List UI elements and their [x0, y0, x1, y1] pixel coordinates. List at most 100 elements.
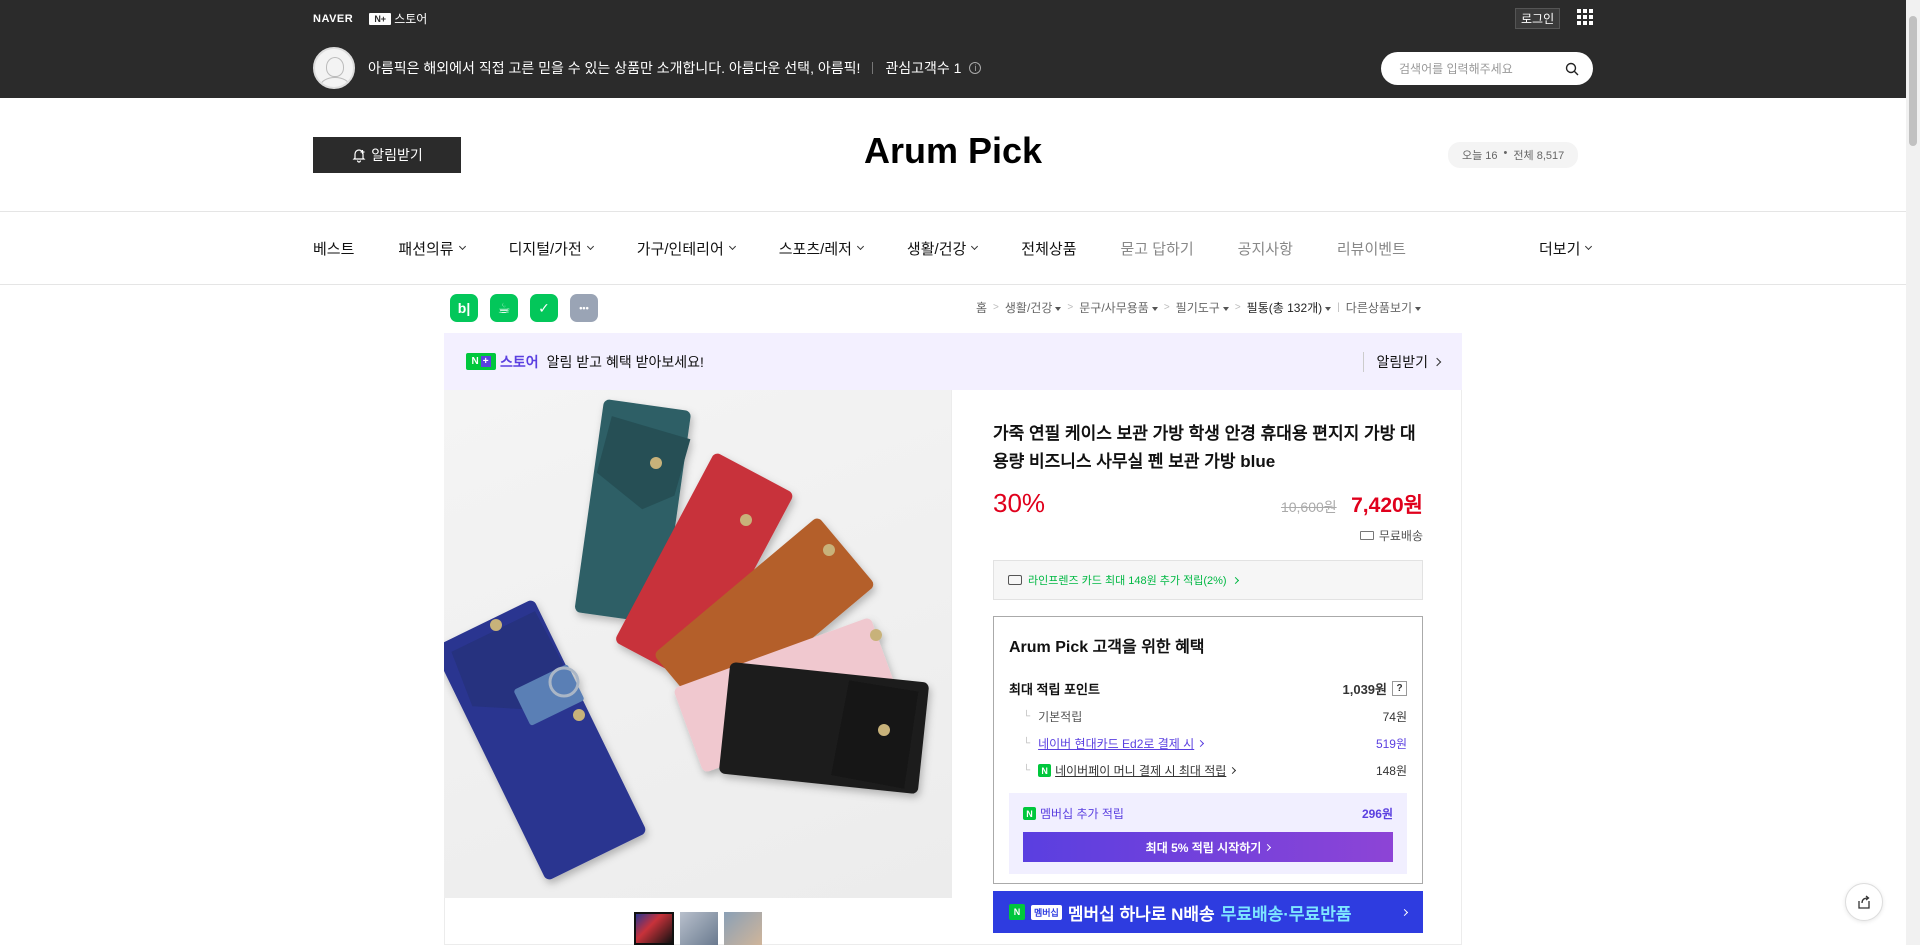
- chevron-down-icon: [856, 242, 864, 251]
- other-products-dropdown[interactable]: 다른상품보기: [1346, 299, 1422, 316]
- category-2[interactable]: 디지털/가전: [509, 238, 594, 259]
- pencil-cases-photo: [444, 399, 929, 880]
- chevron-down-icon: [971, 242, 979, 251]
- thumbnail-1[interactable]: [634, 912, 674, 945]
- seller-avatar[interactable]: [313, 47, 355, 89]
- basic-points-value: 74원: [1382, 710, 1407, 724]
- card-points-link[interactable]: 네이버 현대카드 Ed2로 결제 시: [1038, 735, 1194, 752]
- chevron-down-icon: [458, 242, 466, 251]
- seller-intro: 아름픽은 해외에서 직접 고른 믿을 수 있는 상품만 소개합니다. 아름다운 …: [368, 60, 861, 76]
- info-icon[interactable]: i: [969, 62, 982, 74]
- scrollbar[interactable]: [1906, 0, 1920, 945]
- store-title[interactable]: Arum Pick: [0, 130, 1906, 172]
- chevron-down-icon: [1325, 306, 1332, 311]
- category-label: 묻고 답하기: [1120, 241, 1194, 258]
- category-7[interactable]: 묻고 답하기: [1121, 238, 1194, 259]
- thumbnail-3[interactable]: [724, 912, 762, 945]
- category-label: 생활/건강: [906, 241, 967, 258]
- apps-grid-icon[interactable]: [1577, 9, 1593, 25]
- share-floating-button[interactable]: [1845, 883, 1883, 921]
- help-icon[interactable]: ?: [1392, 681, 1407, 696]
- category-1[interactable]: 패션의류: [398, 238, 466, 259]
- chevron-right-icon: [1229, 766, 1237, 775]
- login-button[interactable]: 로그인: [1515, 8, 1561, 29]
- promo-text: 알림 받고 혜택 받아보세요!: [546, 353, 704, 370]
- breadcrumb: 홈 > 생활/건강 > 문구/사무용품 > 필기도구 > 필통(총 132개) …: [976, 299, 1422, 316]
- category-5[interactable]: 생활/건강: [906, 238, 979, 259]
- naver-plus-icon: N: [1009, 904, 1025, 920]
- pay-points-value: 148원: [1375, 764, 1407, 778]
- breadcrumb-category-2[interactable]: 문구/사무용품: [1079, 299, 1158, 316]
- category-nav: 베스트 패션의류 디지털/가전 가구/인테리어 스포츠/레저 생활/건강 전체상품 묻고 답하…: [313, 238, 1450, 259]
- store-alarm-promo: N + 스토어 알림 받고 혜택 받아보세요! 알림받기: [444, 333, 1462, 390]
- start-membership-button[interactable]: 최대 5% 적립 시작하기: [1023, 832, 1393, 862]
- more-share-icon[interactable]: •••: [570, 294, 598, 322]
- category-6[interactable]: 전체상품: [1021, 238, 1076, 259]
- breadcrumb-category-3[interactable]: 필기도구: [1176, 299, 1229, 316]
- more-label: 더보기: [1539, 241, 1581, 258]
- credit-card-icon: [1008, 575, 1022, 585]
- global-nav: NAVER N+ 스토어: [313, 10, 427, 27]
- search-icon[interactable]: [1565, 62, 1579, 76]
- membership-banner[interactable]: N 멤버십 멤버십 하나로 N배송 무료배송·무료반품: [993, 891, 1423, 933]
- category-4[interactable]: 스포츠/레저: [778, 238, 864, 259]
- category-label: 스포츠/레저: [778, 241, 852, 258]
- promo-alarm-button[interactable]: 알림받기: [1363, 351, 1442, 372]
- membership-banner-text: 멤버십 하나로 N배송: [1067, 904, 1215, 924]
- card-benefit-text: 라인프렌즈 카드 최대 148원 추가 적립(2%): [1028, 575, 1227, 587]
- chevron-down-icon: [586, 242, 594, 251]
- card-benefit-link[interactable]: 라인프렌즈 카드 최대 148원 추가 적립(2%): [993, 560, 1423, 600]
- chevron-down-icon: [1151, 306, 1158, 311]
- category-label: 패션의류: [398, 241, 454, 258]
- total-visits: 전체 8,517: [1513, 150, 1565, 162]
- promo-store-label: 스토어: [500, 353, 539, 370]
- shipping-info: 무료배송: [993, 527, 1423, 544]
- basic-points-label: 기본적립: [1023, 708, 1082, 725]
- category-9[interactable]: 리뷰이벤트: [1337, 238, 1406, 259]
- visit-counter: 오늘 16 • 전체 8,517: [1448, 142, 1579, 168]
- favorite-count: 관심고객수 1 i: [885, 58, 982, 78]
- pay-points-link[interactable]: 네이버페이 머니 결제 시 최대 적립: [1055, 762, 1226, 779]
- search-box: [1381, 52, 1593, 85]
- thumbnail-2[interactable]: [680, 912, 718, 945]
- divider: [0, 211, 1906, 212]
- more-menu-button[interactable]: 더보기: [1539, 238, 1593, 259]
- divider: [872, 62, 874, 74]
- membership-label: 멤버십 추가 적립: [1040, 807, 1124, 821]
- card-points-value: 519원: [1375, 737, 1407, 751]
- breadcrumb-category-1[interactable]: 생활/건강: [1005, 299, 1062, 316]
- naver-logo[interactable]: NAVER: [313, 13, 353, 25]
- product-image[interactable]: [444, 390, 952, 898]
- category-3[interactable]: 가구/인테리어: [637, 238, 736, 259]
- bookmark-share-icon[interactable]: ✓: [530, 294, 558, 322]
- start-membership-label: 최대 5% 적립 시작하기: [1145, 840, 1262, 855]
- category-8[interactable]: 공지사항: [1238, 238, 1293, 259]
- chevron-right-icon: [1197, 739, 1205, 748]
- max-points-value: 1,039원: [1342, 682, 1388, 697]
- share-buttons: b| ☕ ✓ •••: [450, 294, 598, 322]
- customer-benefits: Arum Pick 고객을 위한 혜택 최대 적립 포인트 1,039원? 기본…: [993, 616, 1423, 884]
- promo-alarm-label: 알림받기: [1376, 353, 1428, 370]
- membership-tag: 멤버십: [1031, 904, 1062, 920]
- membership-value: 296원: [1361, 807, 1393, 821]
- membership-banner-highlight: 무료배송·무료반품: [1220, 904, 1352, 924]
- seller-info: 아름픽은 해외에서 직접 고른 믿을 수 있는 상품만 소개합니다. 아름다운 …: [313, 47, 982, 89]
- divider: [0, 284, 1906, 285]
- cafe-share-icon[interactable]: ☕: [490, 294, 518, 322]
- chevron-right-icon: [1231, 576, 1239, 584]
- naver-plus-badge-icon: N+: [466, 353, 496, 370]
- naver-pay-icon: N: [1038, 764, 1052, 777]
- breadcrumb-home[interactable]: 홈: [976, 299, 987, 316]
- breadcrumb-category-4[interactable]: 필통(총 132개): [1247, 299, 1332, 316]
- naver-plus-badge-icon: N+: [369, 12, 392, 25]
- category-0[interactable]: 베스트: [313, 238, 354, 259]
- benefits-heading: Arum Pick 고객을 위한 혜택: [1009, 639, 1205, 656]
- scrollbar-thumb[interactable]: [1909, 16, 1917, 146]
- blog-share-icon[interactable]: b|: [450, 294, 478, 322]
- chevron-down-icon: [1415, 306, 1422, 311]
- search-input[interactable]: [1399, 61, 1565, 76]
- original-price: 10,600원: [1280, 499, 1337, 515]
- category-label: 베스트: [313, 241, 355, 258]
- chevron-down-icon: [1222, 306, 1229, 311]
- naver-plus-store-logo[interactable]: N+ 스토어: [369, 10, 427, 27]
